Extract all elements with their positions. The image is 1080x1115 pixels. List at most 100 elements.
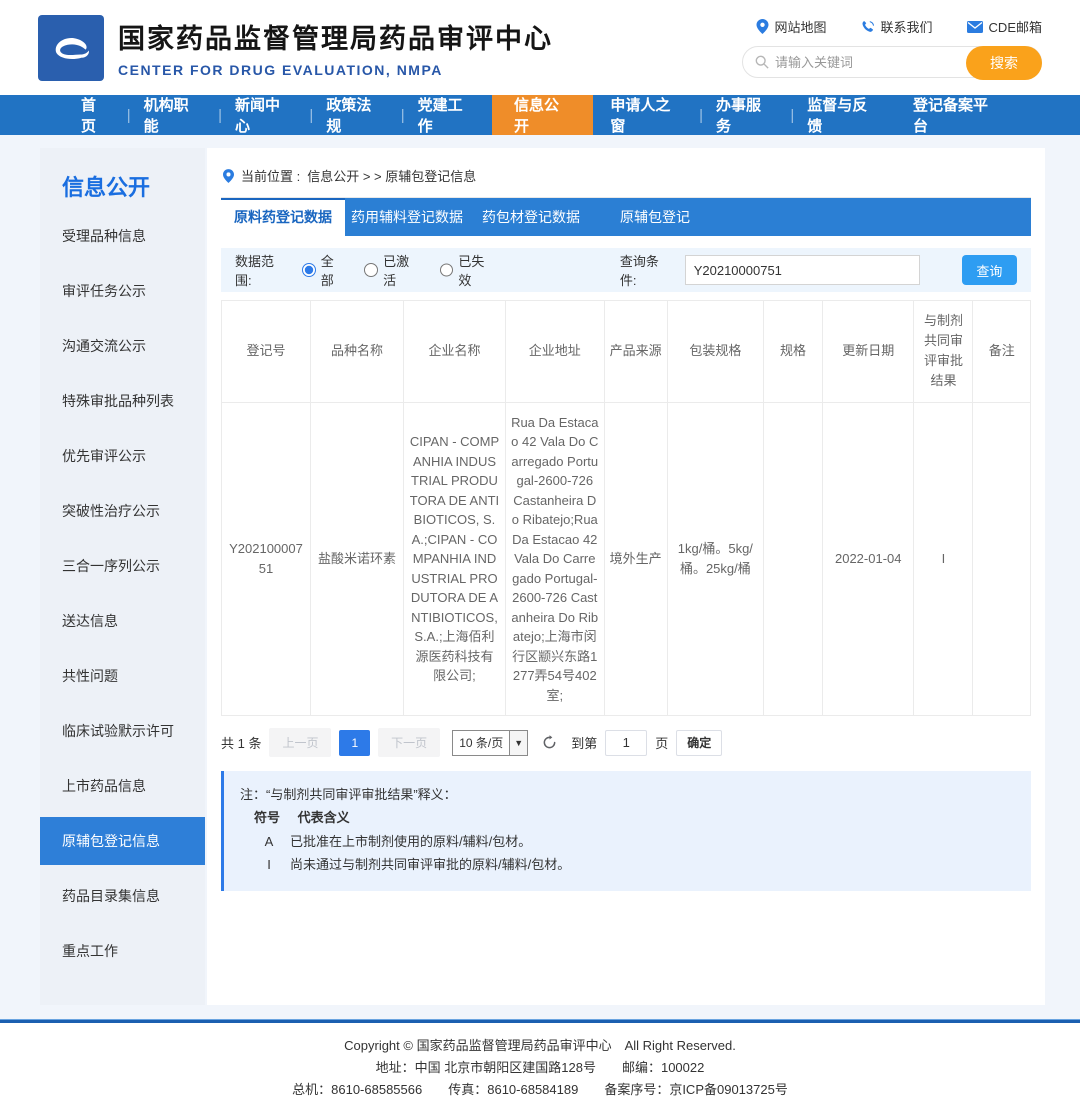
sidebar-item-review-tasks[interactable]: 审评任务公示 [40,267,205,315]
filter-bar: 数据范围: 全部 已激活 已失效 查询条件: 查询 [221,248,1031,292]
sidebar-item-marketed-drugs[interactable]: 上市药品信息 [40,762,205,810]
note-col-symbol: 符号 [254,810,280,825]
footer-copyright: Copyright © 国家药品监督管理局药品审评中心 All Right Re… [0,1035,1080,1057]
nav-item-policies[interactable]: 政策法规 [309,95,400,135]
note-title: 注：“与制剂共同审评审批结果”释义： [240,783,1015,806]
envelope-icon [967,21,983,33]
contact-label: 联系我们 [881,17,933,36]
note-columns: 符号 代表含义 [240,806,1015,829]
sidebar-item-raw-material-registration[interactable]: 原辅包登记信息 [40,817,205,865]
location-pin-icon [756,19,769,34]
site-subtitle: CENTER FOR DRUG EVALUATION, NMPA [118,62,553,78]
cell-update-date: 2022-01-04 [823,402,914,716]
refresh-button[interactable] [542,735,557,750]
radio-expired[interactable]: 已失效 [440,251,497,289]
nav-item-registration-platform[interactable]: 登记备案平台 [896,95,1016,135]
sidebar-item-accepted-varieties[interactable]: 受理品种信息 [40,212,205,260]
page-size-select[interactable]: 10 条/页 ▼ [452,730,528,756]
phone-icon [861,20,875,34]
scope-label: 数据范围: [235,251,290,289]
breadcrumb-pin-icon [223,169,234,183]
query-label: 查询条件: [620,251,675,289]
note-entry-i: I 尚未通过与制剂共同审评审批的原料/辅料/包材。 [240,853,1015,876]
table-header-row: 登记号 品种名称 企业名称 企业地址 产品来源 包装规格 规格 更新日期 与制剂… [222,301,1031,403]
sitemap-link[interactable]: 网站地图 [756,17,827,36]
table-row: Y20210000751 盐酸米诺环素 CIPAN - COMPANHIA IN… [222,402,1031,716]
sidebar-item-key-work[interactable]: 重点工作 [40,927,205,975]
search-icon [755,55,769,69]
tab-excipient-registration[interactable]: 药用辅料登记数据 [345,198,469,236]
nav-item-services[interactable]: 办事服务 [699,95,790,135]
main-panel: 当前位置 : 信息公开 > > 原辅包登记信息 原料药登记数据 药用辅料登记数据… [207,148,1045,1005]
total-count: 共 1 条 [221,733,261,752]
col-update-date: 更新日期 [823,301,914,403]
col-variety-name: 品种名称 [310,301,403,403]
breadcrumb-prefix: 当前位置 : [241,166,300,185]
search-button[interactable]: 搜索 [966,46,1042,80]
cde-logo [38,15,104,81]
note-symbol-a: A [262,830,276,853]
cell-company-address: Rua Da Estacao 42 Vala Do Carregado Port… [505,402,604,716]
sidebar-item-breakthrough-therapy[interactable]: 突破性治疗公示 [40,487,205,535]
brand-block: 国家药品监督管理局药品审评中心 CENTER FOR DRUG EVALUATI… [118,17,553,78]
nav-item-info-disclosure[interactable]: 信息公开 [492,95,593,135]
breadcrumb: 当前位置 : 信息公开 > > 原辅包登记信息 [221,160,1031,198]
col-packaging-spec: 包装规格 [667,301,763,403]
cell-registration-no: Y20210000751 [222,402,311,716]
mailbox-link[interactable]: CDE邮箱 [967,17,1042,36]
nav-item-party[interactable]: 党建工作 [401,95,492,135]
tab-packaging-registration[interactable]: 药包材登记数据 [469,198,593,236]
note-meaning-a: 已批准在上市制剂使用的原料/辅料/包材。 [290,830,531,853]
pagination: 共 1 条 上一页 1 下一页 10 条/页 ▼ 到第 页 确定 [221,728,1031,757]
col-company-address: 企业地址 [505,301,604,403]
footer-contact: 总机：8610-68585566 传真：8610-68584189 备案序号：京… [0,1079,1080,1101]
note-meaning-i: 尚未通过与制剂共同审评审批的原料/辅料/包材。 [290,853,570,876]
nav-item-applicant-window[interactable]: 申请人之窗 [593,95,699,135]
sidebar-item-clinical-trial-license[interactable]: 临床试验默示许可 [40,707,205,755]
sidebar-item-drug-catalog[interactable]: 药品目录集信息 [40,872,205,920]
nav-item-supervision[interactable]: 监督与反馈 [790,95,896,135]
refresh-icon [542,735,557,750]
page-size-value: 10 条/页 [453,734,509,751]
goto-label: 到第 [571,733,597,752]
cell-packaging-spec: 1kg/桶。5kg/桶。25kg/桶 [667,402,763,716]
site-title: 国家药品监督管理局药品审评中心 [118,17,553,56]
radio-activated-label: 已激活 [383,251,421,289]
tab-raw-aux-pack[interactable]: 原辅包登记 [593,198,717,236]
prev-page-button[interactable]: 上一页 [269,728,331,757]
radio-all-input[interactable] [302,263,316,277]
radio-all[interactable]: 全部 [302,251,346,289]
col-remarks: 备注 [973,301,1031,403]
col-registration-no: 登记号 [222,301,311,403]
radio-activated[interactable]: 已激活 [364,251,421,289]
sidebar-item-delivery-info[interactable]: 送达信息 [40,597,205,645]
note-box: 注：“与制剂共同审评审批结果”释义： 符号 代表含义 A 已批准在上市制剂使用的… [221,771,1031,891]
sidebar-item-common-issues[interactable]: 共性问题 [40,652,205,700]
query-button[interactable]: 查询 [962,255,1017,285]
col-company-name: 企业名称 [404,301,506,403]
cell-spec [763,402,822,716]
tab-api-registration[interactable]: 原料药登记数据 [221,198,345,236]
confirm-button[interactable]: 确定 [676,730,722,756]
site-header: 国家药品监督管理局药品审评中心 CENTER FOR DRUG EVALUATI… [0,0,1080,95]
cell-variety-name: 盐酸米诺环素 [310,402,403,716]
page-1-button[interactable]: 1 [339,730,370,756]
nav-item-news[interactable]: 新闻中心 [218,95,309,135]
radio-expired-input[interactable] [440,263,454,277]
goto-page-input[interactable] [605,730,647,756]
nav-item-home[interactable]: 首页 [64,95,127,135]
sidebar-item-three-in-one[interactable]: 三合一序列公示 [40,542,205,590]
cell-company-name: CIPAN - COMPANHIA INDUSTRIAL PRODUTORA D… [404,402,506,716]
sidebar-item-communication[interactable]: 沟通交流公示 [40,322,205,370]
next-page-button[interactable]: 下一页 [378,728,440,757]
radio-activated-input[interactable] [364,263,378,277]
query-input[interactable] [685,255,920,285]
sidebar-item-special-approval[interactable]: 特殊审批品种列表 [40,377,205,425]
tab-bar: 原料药登记数据 药用辅料登记数据 药包材登记数据 原辅包登记 [221,198,1031,236]
mailbox-label: CDE邮箱 [989,17,1042,36]
col-product-source: 产品来源 [604,301,667,403]
nav-item-functions[interactable]: 机构职能 [127,95,218,135]
sidebar-item-priority-review[interactable]: 优先审评公示 [40,432,205,480]
cell-remarks [973,402,1031,716]
contact-link[interactable]: 联系我们 [861,17,933,36]
